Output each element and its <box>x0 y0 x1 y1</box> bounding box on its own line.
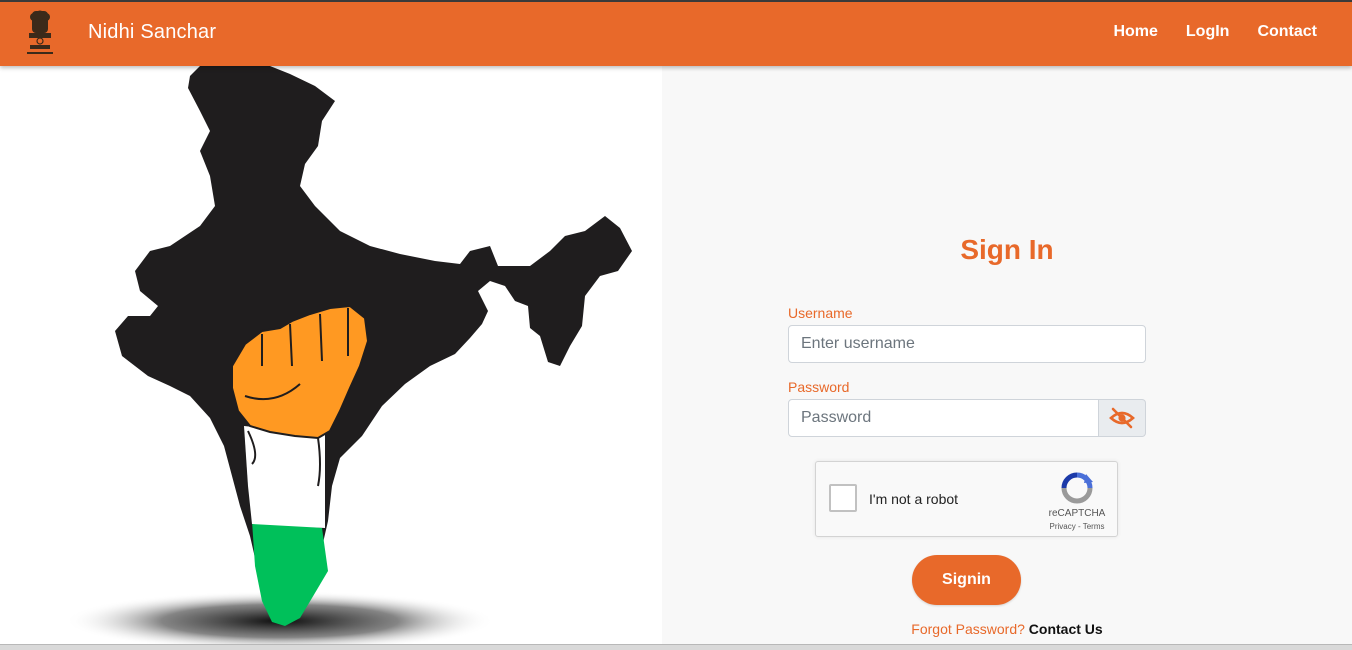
username-label: Username <box>788 305 853 321</box>
recaptcha-brand: reCAPTCHA <box>1048 508 1106 519</box>
contact-us-link[interactable]: Contact Us <box>1029 621 1103 637</box>
india-map-fist-illustration <box>65 66 632 644</box>
national-emblem-logo <box>27 10 53 54</box>
top-navbar: Nidhi Sanchar Home LogIn Contact <box>0 0 1352 66</box>
signin-heading: Sign In <box>960 234 1054 265</box>
password-label: Password <box>788 379 850 395</box>
main-nav: Home LogIn Contact <box>1113 23 1317 41</box>
recaptcha-privacy-terms[interactable]: Privacy - Terms <box>1032 522 1122 531</box>
toggle-password-visibility-button[interactable] <box>1099 399 1146 437</box>
hero-illustration-panel <box>0 66 662 644</box>
nav-home[interactable]: Home <box>1113 23 1157 41</box>
forgot-password-link[interactable]: Forgot Password? <box>911 621 1025 637</box>
bottom-scroll-edge <box>0 644 1352 650</box>
login-panel: Sign In Username Password I'm not a robo… <box>662 66 1352 644</box>
eye-slash-icon <box>1109 407 1135 429</box>
nav-login[interactable]: LogIn <box>1186 23 1230 41</box>
nav-contact[interactable]: Contact <box>1257 23 1317 41</box>
recaptcha-label: I'm not a robot <box>869 491 959 507</box>
password-input[interactable] <box>788 399 1099 437</box>
brand-title[interactable]: Nidhi Sanchar <box>88 21 216 44</box>
signin-button[interactable]: Signin <box>912 555 1021 605</box>
login-footer-links: Forgot Password? Contact Us <box>662 621 1352 637</box>
recaptcha-widget: I'm not a robot reCAPTCHA Privacy - Term… <box>815 461 1118 537</box>
recaptcha-logo-icon <box>1061 472 1093 504</box>
username-input[interactable] <box>788 325 1146 363</box>
recaptcha-checkbox[interactable] <box>829 484 857 512</box>
